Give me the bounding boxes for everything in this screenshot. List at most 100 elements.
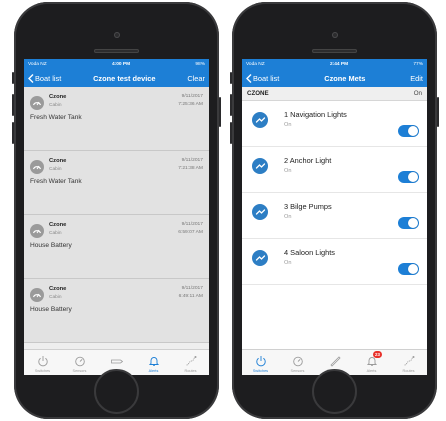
- tab-label: Alerts: [148, 369, 159, 373]
- switch-item[interactable]: 2 Anchor Light On: [242, 147, 427, 193]
- switch-toggle[interactable]: [398, 217, 419, 229]
- tab-routes[interactable]: Routes: [390, 350, 427, 375]
- route-icon: [403, 356, 414, 366]
- edit-button[interactable]: Edit: [410, 74, 423, 83]
- alert-date: 9/11/2017: [181, 222, 203, 227]
- alert-gauge-icon: [30, 96, 44, 110]
- alert-message: House Battery: [30, 306, 72, 313]
- switch-item[interactable]: 1 Navigation Lights On: [242, 101, 427, 147]
- boat-icon: [329, 356, 341, 367]
- power-icon: [255, 356, 266, 367]
- alert-zone: Cabin: [49, 103, 62, 108]
- power-button: [437, 97, 439, 127]
- alert-zone: Cabin: [49, 231, 62, 236]
- switch-toggle[interactable]: [398, 125, 419, 137]
- zone-header[interactable]: CZONE On: [242, 87, 427, 101]
- volume-up-button: [230, 94, 232, 116]
- alert-zone: Cabin: [49, 295, 62, 300]
- home-button[interactable]: [94, 369, 139, 414]
- tab-label: Switches: [34, 369, 51, 373]
- app-header: Voda NZ 2:44 PM 77% Boat list Czone Mets…: [242, 59, 427, 87]
- tab-switches[interactable]: Switches: [24, 350, 61, 375]
- volume-up-button: [12, 94, 14, 116]
- power-button: [219, 97, 221, 127]
- power-icon: [37, 356, 48, 367]
- carrier-label: Voda NZ: [246, 61, 265, 67]
- mute-switch: [230, 72, 232, 84]
- alert-source: Czone: [49, 286, 67, 292]
- light-switch-icon: [252, 112, 268, 128]
- tab-label: Sensors: [290, 369, 305, 373]
- alert-time: 7:21:38 AM: [178, 166, 203, 171]
- alert-item[interactable]: Czone Cabin 9/11/2017 6:59:07 AM House B…: [24, 215, 209, 279]
- switch-state: On: [284, 260, 292, 266]
- bell-icon: [148, 357, 159, 366]
- carrier-label: Voda NZ: [28, 61, 47, 67]
- alert-gauge-icon: [30, 224, 44, 238]
- tab-alerts[interactable]: Alerts: [135, 350, 172, 375]
- tab-label: Routes: [184, 369, 197, 373]
- volume-down-button: [12, 122, 14, 144]
- light-switch-icon: [252, 204, 268, 220]
- switch-list: 1 Navigation Lights On 2 Anchor Light On…: [242, 101, 427, 349]
- light-switch-icon: [252, 158, 268, 174]
- back-button[interactable]: Boat list: [28, 74, 61, 83]
- alert-zone: Cabin: [49, 167, 62, 172]
- front-camera: [332, 32, 338, 38]
- switch-state: On: [284, 122, 292, 128]
- gauge-icon: [74, 356, 85, 367]
- switch-toggle[interactable]: [398, 171, 419, 183]
- alert-item[interactable]: Czone Cabin 9/11/2017 6:49:11 AM House B…: [24, 279, 209, 343]
- switches-screen: Voda NZ 2:44 PM 77% Boat list Czone Mets…: [242, 59, 427, 375]
- switch-state: On: [284, 168, 292, 174]
- zone-state: On: [413, 90, 422, 97]
- tab-sensors[interactable]: Sensors: [279, 350, 316, 375]
- phone-left: Voda NZ 4:00 PM 98% Boat list Czone test…: [12, 2, 221, 419]
- alert-date: 9/11/2017: [181, 158, 203, 163]
- alert-date: 9/11/2017: [181, 286, 203, 291]
- alert-source: Czone: [49, 94, 67, 100]
- earpiece-speaker: [94, 49, 139, 53]
- chevron-left-icon: [28, 73, 34, 83]
- gauge-icon: [292, 356, 303, 367]
- home-button[interactable]: [312, 369, 357, 414]
- switch-name: 3 Bilge Pumps: [284, 202, 332, 211]
- alerts-list[interactable]: Czone Cabin 9/11/2017 7:25:36 AM Fresh W…: [24, 87, 209, 349]
- alert-date: 9/11/2017: [181, 94, 203, 99]
- status-bar: Voda NZ 2:44 PM 77%: [242, 59, 427, 69]
- earpiece-speaker: [312, 49, 357, 53]
- clear-button[interactable]: Clear: [187, 74, 205, 83]
- switch-item[interactable]: 3 Bilge Pumps On: [242, 193, 427, 239]
- zone-title: CZONE: [247, 90, 269, 97]
- alert-time: 6:49:11 AM: [178, 294, 203, 299]
- volume-down-button: [230, 122, 232, 144]
- toggle-knob: [408, 218, 418, 228]
- tab-routes[interactable]: Routes: [172, 350, 209, 375]
- toggle-knob: [408, 126, 418, 136]
- switch-toggle[interactable]: [398, 263, 419, 275]
- light-switch-icon: [252, 250, 268, 266]
- nav-bar: Boat list Czone test device Clear: [24, 69, 209, 87]
- back-button[interactable]: Boat list: [246, 74, 279, 83]
- tab-label: Sensors: [72, 369, 87, 373]
- tab-alerts[interactable]: 23 Alerts: [353, 350, 390, 375]
- switch-item[interactable]: 4 Saloon Lights On: [242, 239, 427, 285]
- alert-message: Fresh Water Tank: [30, 178, 82, 185]
- alert-gauge-icon: [30, 160, 44, 174]
- toggle-knob: [408, 172, 418, 182]
- alert-source: Czone: [49, 158, 67, 164]
- mute-switch: [12, 72, 14, 84]
- alerts-screen: Voda NZ 4:00 PM 98% Boat list Czone test…: [24, 59, 209, 375]
- battery-label: 98%: [195, 61, 205, 67]
- front-camera: [114, 32, 120, 38]
- tab-sensors[interactable]: Sensors: [61, 350, 98, 375]
- tab-switches[interactable]: Switches: [242, 350, 279, 375]
- alert-item[interactable]: Czone Cabin 9/11/2017 7:25:36 AM Fresh W…: [24, 87, 209, 151]
- alert-item[interactable]: Czone Cabin 9/11/2017 7:21:38 AM Fresh W…: [24, 151, 209, 215]
- back-label: Boat list: [35, 73, 62, 83]
- toggle-knob: [408, 264, 418, 274]
- battery-label: 77%: [413, 61, 423, 67]
- clock-label: 2:44 PM: [329, 61, 349, 67]
- phone-right: Voda NZ 2:44 PM 77% Boat list Czone Mets…: [230, 2, 439, 419]
- tab-label: Routes: [402, 369, 415, 373]
